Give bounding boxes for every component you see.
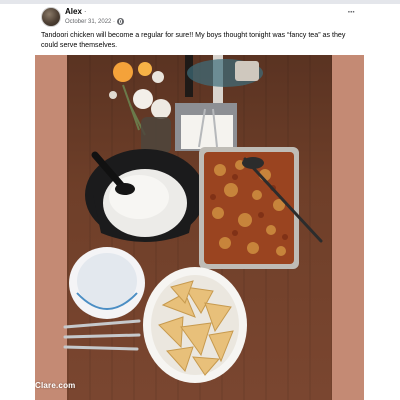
flower-arrangement	[109, 62, 171, 153]
post-date[interactable]: October 31, 2022 ·	[65, 19, 115, 25]
post-header: Alex · October 31, 2022 · ···	[41, 7, 359, 29]
post-text: Tandoori chicken will become a regular f…	[41, 31, 346, 49]
rice-pot	[85, 149, 205, 242]
more-options-icon[interactable]: ···	[343, 8, 359, 20]
author-separator: ·	[83, 7, 87, 16]
jar	[235, 61, 259, 81]
author-avatar[interactable]	[41, 7, 61, 27]
post-photo[interactable]: Clare.com	[35, 55, 364, 400]
globe-icon	[117, 18, 125, 25]
tandoori-chicken-dish	[199, 147, 323, 269]
white-rose	[133, 89, 153, 109]
white-bowl	[69, 247, 145, 319]
post-meta: October 31, 2022 ·	[65, 18, 125, 25]
top-divider	[0, 0, 400, 4]
photo-watermark: Clare.com	[35, 381, 76, 390]
vase	[141, 117, 171, 153]
author-name-row: Alex ·	[65, 7, 87, 16]
author-name[interactable]: Alex	[65, 7, 82, 16]
facebook-post-card: Alex · October 31, 2022 · ··· Tandoori ch…	[0, 0, 400, 400]
forks	[63, 319, 141, 351]
chips-plate	[143, 267, 247, 383]
dinner-table-illustration	[63, 55, 323, 383]
orange-rose	[113, 62, 133, 82]
napkin	[181, 115, 233, 149]
